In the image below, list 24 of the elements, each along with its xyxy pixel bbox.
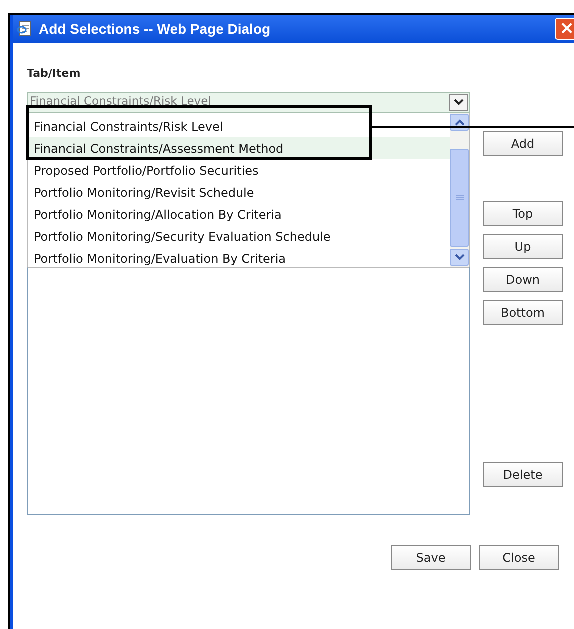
list-option[interactable]: Portfolio Monitoring/Allocation By Criteria (28, 202, 450, 224)
scroll-up-icon[interactable] (454, 118, 464, 126)
list-option[interactable]: Portfolio Monitoring/Evaluation By Criteria (28, 246, 450, 268)
list-option[interactable]: Financial Constraints/Assessment Method (28, 136, 450, 158)
field-label: Tab/Item (27, 66, 81, 82)
scroll-down-icon[interactable] (454, 254, 464, 260)
dialog-button[interactable]: Save (391, 545, 471, 570)
list-option[interactable]: Financial Constraints/Risk Level (28, 114, 450, 136)
close-button[interactable]: × (555, 18, 574, 40)
list-option[interactable]: Proposed Portfolio/Portfolio Securities (28, 158, 450, 180)
add-button[interactable]: Add (483, 131, 563, 156)
list-option[interactable]: Portfolio Monitoring/Revisit Schedule (28, 180, 450, 202)
scrollbar[interactable] (450, 112, 469, 266)
page-icon (17, 21, 33, 37)
window-title: Add Selections -- Web Page Dialog (39, 20, 271, 39)
move-button[interactable]: Top (483, 201, 563, 226)
grip-icon (456, 194, 464, 200)
delete-button[interactable]: Delete (483, 462, 563, 487)
move-button[interactable]: Up (483, 234, 563, 259)
list-option[interactable]: Portfolio Monitoring/Security Evaluation Schedule (28, 224, 450, 246)
dialog-button[interactable]: Close (479, 545, 559, 570)
move-button[interactable]: Down (483, 267, 563, 292)
dropdown-value: Financial Constraints/Risk Level (30, 93, 212, 110)
move-button[interactable]: Bottom (483, 300, 563, 325)
